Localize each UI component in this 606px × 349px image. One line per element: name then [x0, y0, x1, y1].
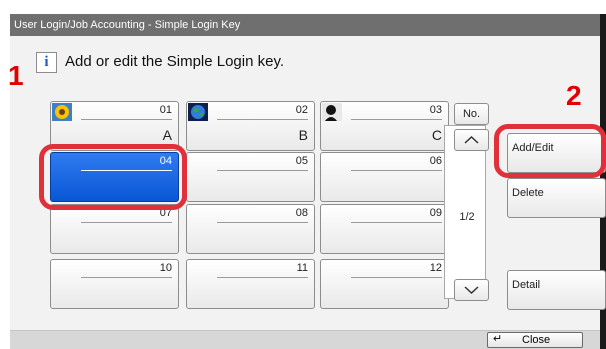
login-key-05[interactable]: 05	[186, 152, 315, 202]
key-divider	[217, 277, 308, 278]
key-number: 01	[159, 104, 172, 116]
chevron-up-icon	[464, 135, 479, 144]
key-number: 03	[429, 104, 442, 116]
login-key-02[interactable]: 02 B	[186, 101, 315, 151]
sunflower-icon	[52, 103, 72, 121]
delete-button[interactable]: Delete	[507, 178, 606, 218]
login-key-11[interactable]: 11	[186, 259, 315, 309]
login-key-09[interactable]: 09	[320, 204, 449, 254]
key-divider	[217, 222, 308, 223]
number-sort-button[interactable]: No.	[454, 103, 489, 125]
highlight-ring-add-edit	[494, 124, 606, 178]
step-marker-1: 1	[8, 60, 24, 91]
key-number: 02	[295, 104, 308, 116]
key-divider	[351, 170, 442, 171]
key-number: 11	[296, 262, 308, 274]
chevron-down-icon	[464, 286, 479, 295]
key-number: 06	[429, 155, 442, 167]
key-divider	[351, 222, 442, 223]
person-silhouette-icon	[322, 103, 342, 121]
login-key-06[interactable]: 06	[320, 152, 449, 202]
login-key-08[interactable]: 08	[186, 204, 315, 254]
close-label: Close	[522, 334, 551, 346]
key-name: A	[162, 127, 172, 143]
key-number: 12	[429, 262, 442, 274]
key-name: B	[298, 127, 308, 143]
page-indicator: 1/2	[459, 211, 475, 223]
instruction-message: Add or edit the Simple Login key.	[65, 53, 285, 70]
login-key-03[interactable]: 03 C	[320, 101, 449, 151]
key-divider	[81, 277, 172, 278]
detail-button[interactable]: Detail	[507, 270, 606, 310]
key-divider	[81, 222, 172, 223]
key-divider	[217, 119, 308, 120]
close-button[interactable]: ↵ Close	[487, 332, 583, 348]
page-down-button[interactable]	[454, 279, 489, 301]
info-icon: i	[36, 52, 57, 73]
login-key-07[interactable]: 07	[50, 204, 179, 254]
key-name: C	[431, 127, 442, 143]
key-divider	[351, 119, 442, 120]
page-up-button[interactable]	[454, 129, 489, 151]
highlight-ring-key-04	[39, 144, 187, 210]
key-number: 08	[295, 207, 308, 219]
key-divider	[217, 170, 308, 171]
key-divider	[351, 277, 442, 278]
key-number: 05	[295, 155, 308, 167]
window-title: User Login/Job Accounting - Simple Login…	[10, 14, 606, 36]
return-arrow-icon: ↵	[493, 333, 503, 345]
login-key-10[interactable]: 10	[50, 259, 179, 309]
step-marker-2: 2	[566, 80, 582, 111]
key-divider	[81, 119, 172, 120]
key-number: 09	[429, 207, 442, 219]
login-key-12[interactable]: 12	[320, 259, 449, 309]
globe-icon	[188, 103, 208, 121]
key-number: 10	[159, 262, 172, 274]
